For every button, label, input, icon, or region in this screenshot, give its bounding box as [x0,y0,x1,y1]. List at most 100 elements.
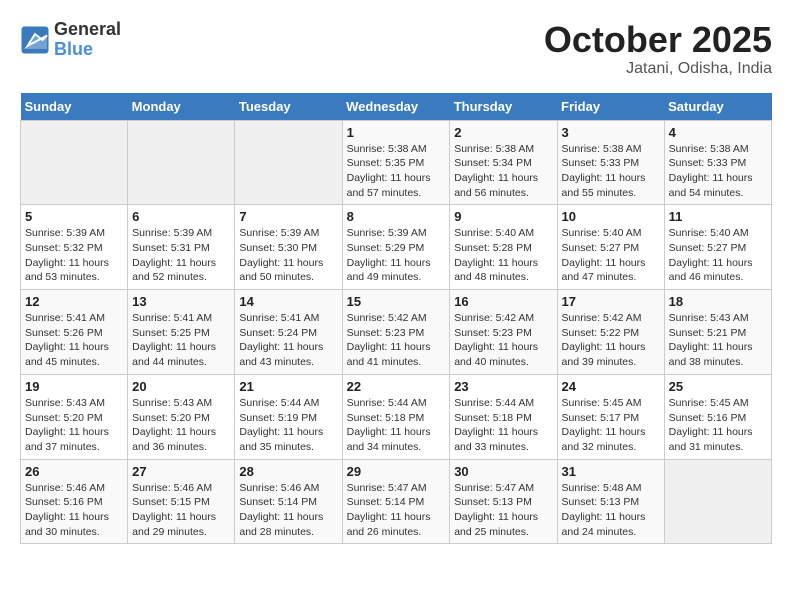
calendar-cell: 16Sunrise: 5:42 AM Sunset: 5:23 PM Dayli… [450,290,557,375]
day-info: Sunrise: 5:40 AM Sunset: 5:27 PM Dayligh… [562,226,660,285]
day-info: Sunrise: 5:38 AM Sunset: 5:33 PM Dayligh… [669,142,767,201]
calendar-week-row: 1Sunrise: 5:38 AM Sunset: 5:35 PM Daylig… [21,120,772,205]
calendar-week-row: 5 Sunrise: 5:39 AM Sunset: 5:32 PM Daylig… [21,205,772,290]
day-info: Sunrise: 5:46 AM Sunset: 5:16 PM Dayligh… [25,481,123,540]
day-number: 23 [454,379,552,394]
day-number: 30 [454,464,552,479]
calendar-cell: 11 Sunrise: 5:40 AM Sunset: 5:27 PM Dayli… [664,205,771,290]
calendar-cell: 26 Sunrise: 5:46 AM Sunset: 5:16 PM Dayli… [21,459,128,544]
weekday-header: Tuesday [235,93,342,121]
day-number: 12 [25,294,123,309]
weekday-header: Thursday [450,93,557,121]
day-info: Sunrise: 5:43 AM Sunset: 5:21 PM Dayligh… [669,311,767,370]
day-number: 31 [562,464,660,479]
day-number: 10 [562,209,660,224]
calendar-cell: 2 Sunrise: 5:38 AM Sunset: 5:34 PM Daylig… [450,120,557,205]
calendar-cell: 10 Sunrise: 5:40 AM Sunset: 5:27 PM Dayli… [557,205,664,290]
day-number: 14 [239,294,337,309]
calendar-cell: 18 Sunrise: 5:43 AM Sunset: 5:21 PM Dayli… [664,290,771,375]
location: Jatani, Odisha, India [544,60,772,78]
weekday-header: Friday [557,93,664,121]
calendar-cell: 1Sunrise: 5:38 AM Sunset: 5:35 PM Daylig… [342,120,450,205]
day-number: 6 [132,209,230,224]
day-info: Sunrise: 5:47 AM Sunset: 5:13 PM Dayligh… [454,481,552,540]
day-info: Sunrise: 5:43 AM Sunset: 5:20 PM Dayligh… [132,396,230,455]
day-info: Sunrise: 5:39 AM Sunset: 5:30 PM Dayligh… [239,226,337,285]
day-number: 4 [669,125,767,140]
day-number: 25 [669,379,767,394]
day-number: 2 [454,125,552,140]
day-info: Sunrise: 5:45 AM Sunset: 5:17 PM Dayligh… [562,396,660,455]
day-info: Sunrise: 5:41 AM Sunset: 5:24 PM Dayligh… [239,311,337,370]
month-title: October 2025 [544,20,772,60]
day-number: 24 [562,379,660,394]
day-number: 8 [347,209,446,224]
day-info: Sunrise: 5:42 AM Sunset: 5:23 PM Dayligh… [347,311,446,370]
calendar-cell: 4 Sunrise: 5:38 AM Sunset: 5:33 PM Daylig… [664,120,771,205]
day-number: 20 [132,379,230,394]
calendar-cell: 12 Sunrise: 5:41 AM Sunset: 5:26 PM Dayli… [21,290,128,375]
calendar-cell: 30 Sunrise: 5:47 AM Sunset: 5:13 PM Dayli… [450,459,557,544]
day-info: Sunrise: 5:44 AM Sunset: 5:18 PM Dayligh… [347,396,446,455]
calendar-cell: 23 Sunrise: 5:44 AM Sunset: 5:18 PM Dayli… [450,374,557,459]
calendar-cell: 24 Sunrise: 5:45 AM Sunset: 5:17 PM Dayli… [557,374,664,459]
day-number: 29 [347,464,446,479]
calendar-cell: 31Sunrise: 5:48 AM Sunset: 5:13 PM Dayli… [557,459,664,544]
day-info: Sunrise: 5:47 AM Sunset: 5:14 PM Dayligh… [347,481,446,540]
day-info: Sunrise: 5:44 AM Sunset: 5:19 PM Dayligh… [239,396,337,455]
day-number: 5 [25,209,123,224]
calendar-cell: 9Sunrise: 5:40 AM Sunset: 5:28 PM Daylig… [450,205,557,290]
calendar-cell: 29 Sunrise: 5:47 AM Sunset: 5:14 PM Dayli… [342,459,450,544]
logo-text: General Blue [54,20,121,60]
weekday-header: Monday [128,93,235,121]
calendar-week-row: 26 Sunrise: 5:46 AM Sunset: 5:16 PM Dayli… [21,459,772,544]
day-number: 17 [562,294,660,309]
day-number: 26 [25,464,123,479]
calendar-cell: 7 Sunrise: 5:39 AM Sunset: 5:30 PM Daylig… [235,205,342,290]
day-info: Sunrise: 5:38 AM Sunset: 5:34 PM Dayligh… [454,142,552,201]
calendar-cell [21,120,128,205]
weekday-header: Wednesday [342,93,450,121]
day-info: Sunrise: 5:45 AM Sunset: 5:16 PM Dayligh… [669,396,767,455]
calendar-cell: 27 Sunrise: 5:46 AM Sunset: 5:15 PM Dayli… [128,459,235,544]
day-number: 15 [347,294,446,309]
calendar-cell: 15 Sunrise: 5:42 AM Sunset: 5:23 PM Dayli… [342,290,450,375]
day-number: 18 [669,294,767,309]
weekday-header: Saturday [664,93,771,121]
day-info: Sunrise: 5:44 AM Sunset: 5:18 PM Dayligh… [454,396,552,455]
day-info: Sunrise: 5:40 AM Sunset: 5:27 PM Dayligh… [669,226,767,285]
calendar-cell: 22 Sunrise: 5:44 AM Sunset: 5:18 PM Dayli… [342,374,450,459]
day-info: Sunrise: 5:46 AM Sunset: 5:15 PM Dayligh… [132,481,230,540]
day-info: Sunrise: 5:39 AM Sunset: 5:32 PM Dayligh… [25,226,123,285]
calendar-cell: 13 Sunrise: 5:41 AM Sunset: 5:25 PM Dayli… [128,290,235,375]
day-info: Sunrise: 5:41 AM Sunset: 5:25 PM Dayligh… [132,311,230,370]
day-number: 7 [239,209,337,224]
day-number: 3 [562,125,660,140]
day-info: Sunrise: 5:40 AM Sunset: 5:28 PM Dayligh… [454,226,552,285]
day-number: 27 [132,464,230,479]
page-header: General Blue October 2025 Jatani, Odisha… [20,20,772,78]
title-section: October 2025 Jatani, Odisha, India [544,20,772,78]
day-number: 28 [239,464,337,479]
weekday-header: Sunday [21,93,128,121]
day-info: Sunrise: 5:39 AM Sunset: 5:31 PM Dayligh… [132,226,230,285]
calendar-cell: 19Sunrise: 5:43 AM Sunset: 5:20 PM Dayli… [21,374,128,459]
calendar-cell: 6 Sunrise: 5:39 AM Sunset: 5:31 PM Daylig… [128,205,235,290]
day-number: 1 [347,125,446,140]
calendar-cell: 28 Sunrise: 5:46 AM Sunset: 5:14 PM Dayli… [235,459,342,544]
day-number: 13 [132,294,230,309]
calendar-week-row: 12 Sunrise: 5:41 AM Sunset: 5:26 PM Dayli… [21,290,772,375]
day-number: 11 [669,209,767,224]
calendar-cell: 8Sunrise: 5:39 AM Sunset: 5:29 PM Daylig… [342,205,450,290]
logo: General Blue [20,20,121,60]
calendar-cell: 25 Sunrise: 5:45 AM Sunset: 5:16 PM Dayli… [664,374,771,459]
calendar-cell [235,120,342,205]
day-info: Sunrise: 5:46 AM Sunset: 5:14 PM Dayligh… [239,481,337,540]
calendar-cell [128,120,235,205]
calendar-cell: 21Sunrise: 5:44 AM Sunset: 5:19 PM Dayli… [235,374,342,459]
day-number: 19 [25,379,123,394]
day-info: Sunrise: 5:41 AM Sunset: 5:26 PM Dayligh… [25,311,123,370]
day-number: 22 [347,379,446,394]
calendar-cell: 17Sunrise: 5:42 AM Sunset: 5:22 PM Dayli… [557,290,664,375]
logo-icon [20,25,50,55]
